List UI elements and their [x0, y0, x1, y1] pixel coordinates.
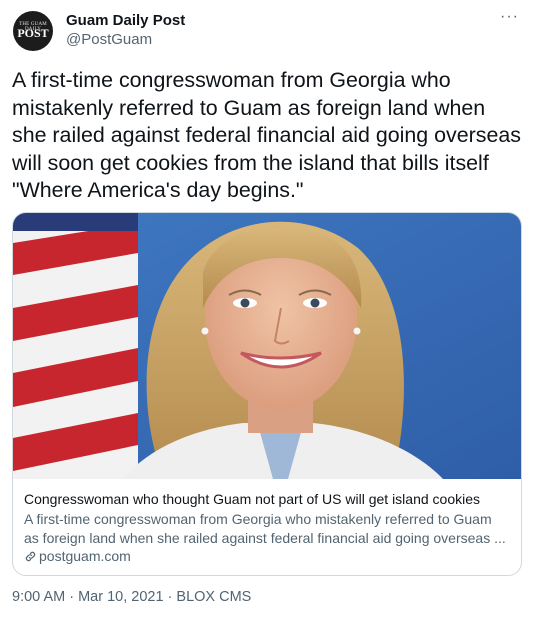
card-photo — [13, 213, 521, 479]
link-icon — [24, 550, 37, 566]
account-name[interactable]: Guam Daily Post — [66, 12, 185, 29]
ellipsis-icon[interactable]: ··· — [500, 8, 519, 26]
card-description: A first-time congresswoman from Georgia … — [24, 511, 506, 546]
flag — [13, 213, 138, 479]
card-title[interactable]: Congresswoman who thought Guam not part … — [24, 491, 510, 507]
tweet-meta[interactable]: 9:00 AM · Mar 10, 2021 · BLOX CMS — [12, 589, 251, 605]
card-domain[interactable]: postguam.com — [24, 548, 131, 566]
tweet-text: A first-time congresswoman from Georgia … — [12, 68, 521, 202]
link-card[interactable]: Congresswoman who thought Guam not part … — [12, 212, 522, 576]
account-handle[interactable]: @PostGuam — [66, 31, 152, 48]
avatar[interactable]: THE GUAM DAILY POST — [13, 11, 53, 51]
card-domain-text: postguam.com — [39, 548, 131, 564]
avatar-logo-main: POST — [17, 26, 49, 40]
tweet: THE GUAM DAILY POST Guam Daily Post @Pos… — [0, 0, 534, 618]
